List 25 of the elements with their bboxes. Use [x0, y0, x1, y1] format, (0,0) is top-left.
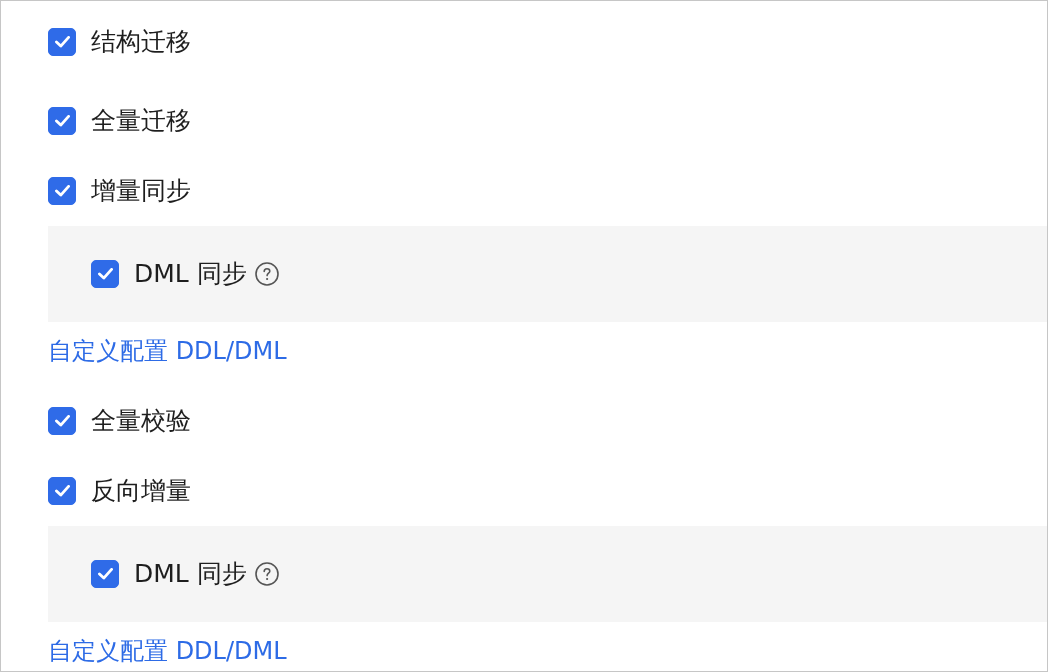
checkbox[interactable]	[48, 477, 76, 505]
checkmark-icon	[97, 568, 113, 580]
option-label: 结构迁移	[91, 27, 191, 57]
checkmark-icon	[54, 415, 70, 427]
checkbox[interactable]	[48, 177, 76, 205]
checkbox[interactable]	[91, 260, 119, 288]
checkbox[interactable]	[48, 107, 76, 135]
option-label: 增量同步	[91, 176, 191, 206]
custom-config-link[interactable]: 自定义配置 DDL/DML	[48, 336, 287, 366]
checkmark-icon	[54, 115, 70, 127]
option-label: 反向增量	[91, 476, 191, 506]
option-label: 全量迁移	[91, 106, 191, 136]
checkmark-icon	[54, 185, 70, 197]
option-label: 全量校验	[91, 406, 191, 436]
custom-config-link[interactable]: 自定义配置 DDL/DML	[48, 636, 287, 666]
checkbox[interactable]	[48, 28, 76, 56]
checkbox[interactable]	[91, 560, 119, 588]
option-label: DML 同步	[134, 259, 247, 289]
option-label: DML 同步	[134, 559, 247, 589]
checkmark-icon	[54, 485, 70, 497]
checkmark-icon	[54, 36, 70, 48]
checkbox[interactable]	[48, 407, 76, 435]
help-icon[interactable]	[254, 262, 279, 286]
help-icon[interactable]	[254, 562, 279, 586]
checkmark-icon	[97, 268, 113, 280]
